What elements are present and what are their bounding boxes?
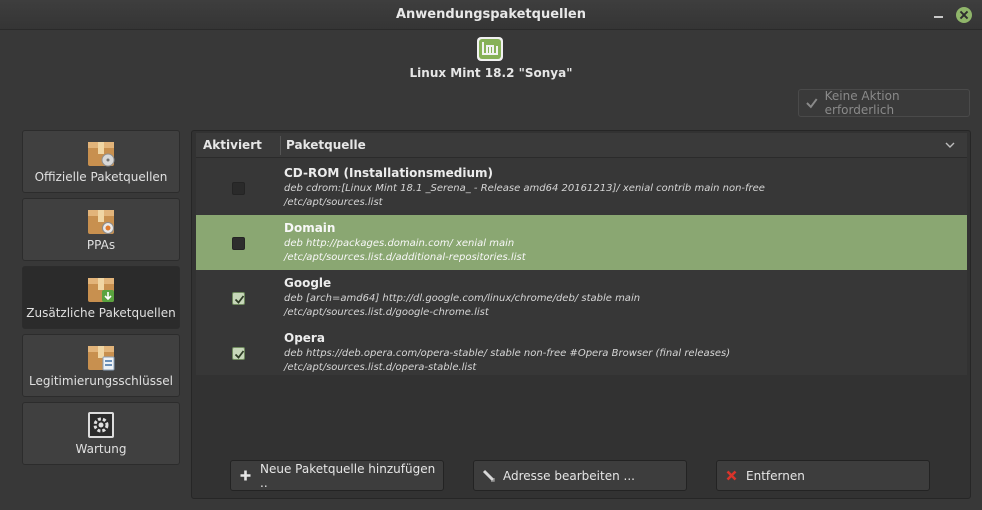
source-line: deb http://packages.domain.com/ xenial m… [284, 238, 515, 249]
source-line: deb https://deb.opera.com/opera-stable/ … [284, 348, 731, 359]
package-ppa-icon [88, 210, 114, 234]
enabled-checkbox[interactable] [232, 292, 245, 305]
enabled-checkbox[interactable] [232, 182, 245, 195]
table-row[interactable]: CD-ROM (Installationsmedium) deb cdrom:[… [196, 160, 967, 215]
close-icon[interactable] [956, 7, 972, 23]
check-icon [234, 295, 245, 304]
sidebar-item-maintenance[interactable]: Wartung [22, 402, 180, 465]
column-header-enabled[interactable]: Aktiviert [203, 138, 262, 152]
sidebar-item-label: Legitimierungsschlüssel [29, 374, 173, 388]
plus-icon [240, 470, 251, 481]
add-source-button[interactable]: Neue Paketquelle hinzufügen .. [230, 460, 444, 491]
add-source-label: Neue Paketquelle hinzufügen .. [260, 461, 436, 490]
check-icon [234, 350, 245, 359]
source-name: Domain [284, 221, 336, 235]
no-action-button[interactable]: Keine Aktion erforderlich [798, 89, 970, 117]
linux-mint-logo-icon [477, 37, 503, 61]
column-separator [280, 136, 281, 155]
sidebar-item-keys[interactable]: Legitimierungsschlüssel [22, 334, 180, 397]
sidebar-item-label: Wartung [75, 442, 127, 456]
remove-label: Entfernen [746, 468, 805, 483]
sidebar-item-label: Zusätzliche Paketquellen [26, 306, 176, 320]
table-header: Aktiviert Paketquelle [196, 133, 967, 158]
maintenance-gear-icon [88, 412, 114, 438]
source-name: CD-ROM (Installationsmedium) [284, 166, 493, 180]
sources-table: Aktiviert Paketquelle CD-ROM (Installati… [196, 133, 967, 375]
source-file: /etc/apt/sources.list.d/google-chrome.li… [284, 307, 489, 318]
source-line: deb cdrom:[Linux Mint 18.1 _Serena_ - Re… [284, 183, 765, 194]
edit-url-button[interactable]: Adresse bearbeiten ... [473, 460, 687, 491]
checkmark-icon [806, 98, 818, 109]
no-action-label: Keine Aktion erforderlich [824, 89, 900, 117]
source-name: Google [284, 276, 332, 290]
source-name: Opera [284, 331, 325, 345]
table-row[interactable]: Domain deb http://packages.domain.com/ x… [196, 215, 967, 270]
enabled-checkbox[interactable] [232, 347, 245, 360]
sidebar-item-official[interactable]: Offizielle Paketquellen [22, 130, 180, 193]
minimize-icon[interactable] [931, 7, 947, 23]
source-line: deb [arch=amd64] http://dl.google.com/li… [284, 293, 641, 304]
sidebar-item-additional[interactable]: Zusätzliche Paketquellen [22, 266, 180, 329]
sidebar-item-label: PPAs [86, 238, 116, 252]
title-bar: Anwendungspaketquellen [0, 0, 982, 30]
enabled-checkbox[interactable] [232, 237, 245, 250]
edit-pen-icon [482, 469, 495, 482]
column-header-source[interactable]: Paketquelle [286, 138, 366, 152]
edit-url-label: Adresse bearbeiten ... [503, 468, 635, 483]
remove-button[interactable]: Entfernen [716, 460, 930, 491]
sidebar-item-ppas[interactable]: PPAs [22, 198, 180, 261]
table-row[interactable]: Opera deb https://deb.opera.com/opera-st… [196, 325, 967, 380]
window-title: Anwendungspaketquellen [395, 7, 587, 22]
sidebar-item-label: Offizielle Paketquellen [34, 170, 168, 184]
package-cd-icon [88, 142, 115, 167]
table-row[interactable]: Google deb [arch=amd64] http://dl.google… [196, 270, 967, 325]
sources-panel: Aktiviert Paketquelle CD-ROM (Installati… [191, 130, 971, 499]
source-file: /etc/apt/sources.list [284, 197, 383, 208]
remove-x-icon [726, 470, 737, 481]
distro-label: Linux Mint 18.2 "Sonya" [409, 66, 573, 80]
source-file: /etc/apt/sources.list.d/opera-stable.lis… [284, 362, 477, 373]
source-file: /etc/apt/sources.list.d/additional-repos… [284, 252, 526, 263]
package-key-icon [88, 346, 115, 371]
package-download-icon [88, 278, 114, 302]
chevron-down-icon[interactable] [945, 140, 955, 150]
